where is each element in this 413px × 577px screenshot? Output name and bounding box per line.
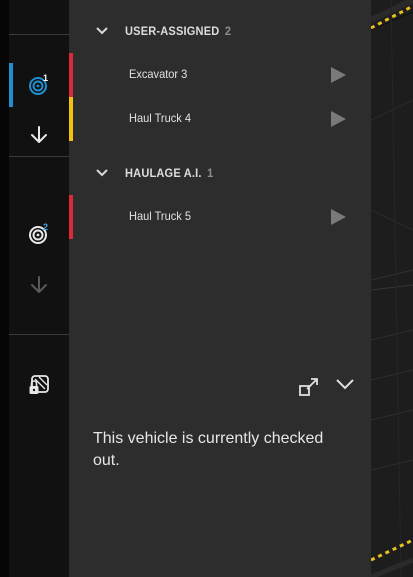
group-count: 1: [207, 166, 214, 180]
rail-divider: [9, 156, 69, 157]
group-header-user-assigned[interactable]: USER-ASSIGNED 2: [69, 17, 371, 45]
chevron-down-icon: [96, 27, 108, 35]
rail-edge: [0, 0, 9, 577]
vehicle-name: Haul Truck 4: [129, 111, 191, 125]
status-indicator-yellow: [69, 97, 73, 141]
rail-divider: [9, 334, 69, 335]
vehicle-row-haul-truck-5[interactable]: Haul Truck 5: [69, 195, 371, 239]
group-count: 2: [224, 24, 232, 38]
group-title-text: USER-ASSIGNED: [125, 24, 220, 38]
vehicle-name: Haul Truck 5: [129, 209, 191, 223]
download-2-button[interactable]: [9, 263, 69, 307]
map-view[interactable]: [371, 0, 413, 577]
vehicle-row-haul-truck-4[interactable]: Haul Truck 4: [69, 97, 371, 141]
lock-layers-icon: [29, 375, 49, 394]
rail-divider: [9, 34, 69, 35]
status-indicator-red: [69, 53, 73, 97]
target-1-button[interactable]: 1: [9, 63, 69, 107]
panel-tools: [297, 374, 361, 400]
vehicle-row-excavator-3[interactable]: Excavator 3: [69, 53, 371, 97]
play-icon[interactable]: [329, 66, 347, 84]
target-2-button[interactable]: 2: [9, 212, 69, 256]
group-title: HAULAGE A.I. 1: [125, 166, 213, 180]
chevron-down-icon[interactable]: [335, 376, 355, 392]
group-title-text: HAULAGE A.I.: [125, 166, 202, 180]
group-title: USER-ASSIGNED 2: [125, 24, 231, 38]
group-header-haulage-ai[interactable]: HAULAGE A.I. 1: [69, 159, 371, 187]
map-canvas: [371, 0, 413, 577]
vehicle-status-message: This vehicle is currently checked out.: [93, 430, 324, 469]
status-indicator-red: [69, 195, 73, 239]
target-badge: 1: [43, 73, 49, 83]
chevron-down-icon: [96, 169, 108, 177]
arrow-down-icon: [31, 126, 47, 143]
target-badge: 2: [43, 222, 49, 232]
vehicle-panel: USER-ASSIGNED 2 Excavator 3 Haul Truck 4 …: [69, 0, 371, 577]
download-1-button[interactable]: [9, 113, 69, 157]
play-icon[interactable]: [329, 110, 347, 128]
vehicle-name: Excavator 3: [129, 67, 188, 81]
popout-icon[interactable]: [299, 377, 319, 397]
locked-layers-button[interactable]: [9, 363, 69, 407]
play-icon[interactable]: [329, 208, 347, 226]
arrow-down-icon: [31, 276, 47, 293]
left-toolbar: 1 2: [0, 0, 69, 577]
